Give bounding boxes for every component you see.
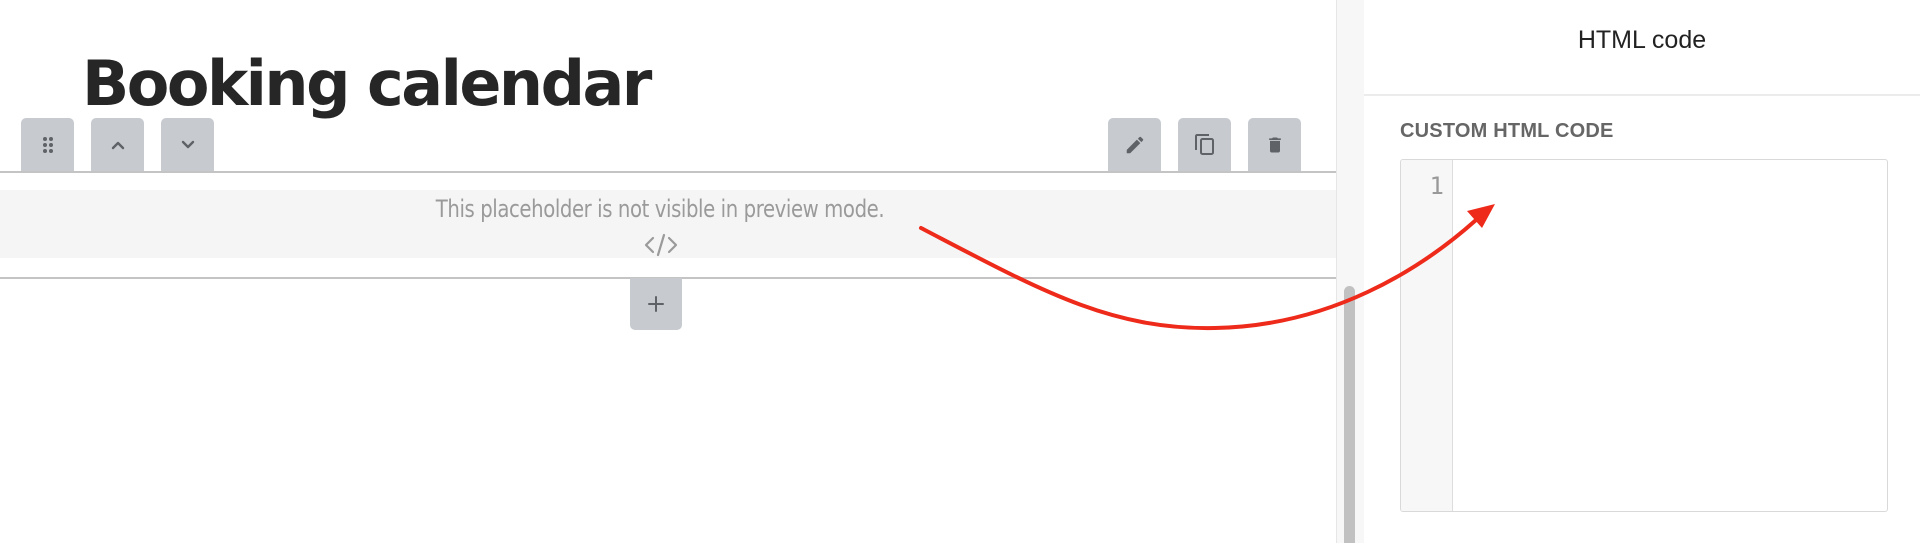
page-builder: Booking calendar This placeholder is not…: [0, 0, 1920, 543]
line-number-gutter: 1: [1401, 160, 1453, 511]
trash-icon: [1268, 137, 1281, 152]
copy-icon: [1194, 133, 1214, 155]
panel-title: HTML code: [1577, 26, 1707, 54]
line-number: 1: [1429, 172, 1444, 200]
page-title: Booking calendar: [82, 47, 652, 120]
drag-handle-button[interactable]: [21, 118, 74, 171]
add-block-button[interactable]: [630, 278, 682, 330]
chevron-down-icon: [181, 140, 194, 148]
drag-handle-icon: [42, 136, 53, 153]
pencil-icon: [1126, 136, 1143, 153]
move-down-button[interactable]: [161, 118, 214, 171]
custom-html-label: CUSTOM HTML CODE: [1400, 120, 1614, 142]
block-top-border: [0, 171, 1336, 173]
placeholder-text: This placeholder is not visible in previ…: [435, 195, 885, 223]
plus-icon: [648, 296, 664, 312]
editor-canvas: Booking calendar This placeholder is not…: [0, 0, 1336, 543]
move-up-button[interactable]: [91, 118, 144, 171]
edit-block-button[interactable]: [1108, 118, 1161, 171]
code-input-area[interactable]: [1453, 160, 1887, 511]
delete-block-button[interactable]: [1248, 118, 1301, 171]
settings-panel: HTML code CUSTOM HTML CODE 1: [1364, 0, 1920, 543]
chevron-up-icon: [111, 141, 124, 149]
duplicate-block-button[interactable]: [1178, 118, 1231, 171]
scrollbar-thumb[interactable]: [1344, 286, 1355, 543]
html-code-editor[interactable]: 1: [1400, 159, 1888, 512]
code-brackets-icon: [644, 233, 678, 257]
panel-divider: [1364, 94, 1920, 96]
